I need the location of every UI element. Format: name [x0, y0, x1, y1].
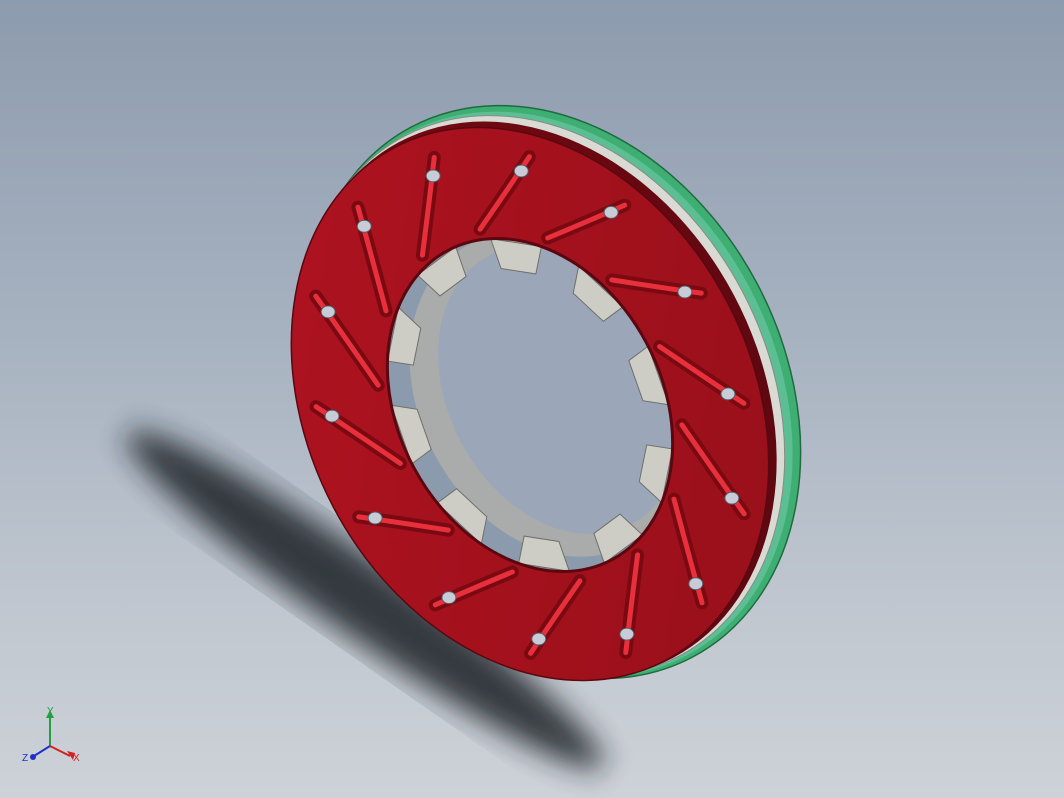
mounting-pin	[677, 285, 693, 299]
x-axis-label: X	[73, 753, 80, 764]
mounting-pin	[356, 219, 372, 233]
mounting-pin	[320, 305, 336, 319]
mounting-pin	[724, 491, 740, 505]
mounting-pin	[425, 169, 441, 183]
graphics-viewport[interactable]: Y X Z	[0, 0, 1064, 798]
model-view[interactable]: Y X Z	[0, 0, 1064, 798]
orientation-triad: Y X Z	[22, 706, 80, 764]
mounting-pin	[720, 387, 736, 401]
mounting-pin	[367, 511, 383, 525]
y-axis-label: Y	[47, 706, 54, 717]
mounting-pin	[513, 164, 529, 178]
mounting-pin	[603, 205, 619, 219]
mounting-pin	[531, 632, 547, 646]
z-axis-arrow	[33, 745, 51, 757]
mounting-pin	[324, 409, 340, 423]
mounting-pin	[688, 577, 704, 591]
brake-disc-model[interactable]	[198, 18, 898, 766]
mounting-pin	[619, 627, 635, 641]
mounting-pin	[441, 591, 457, 605]
z-axis-label: Z	[22, 753, 28, 764]
